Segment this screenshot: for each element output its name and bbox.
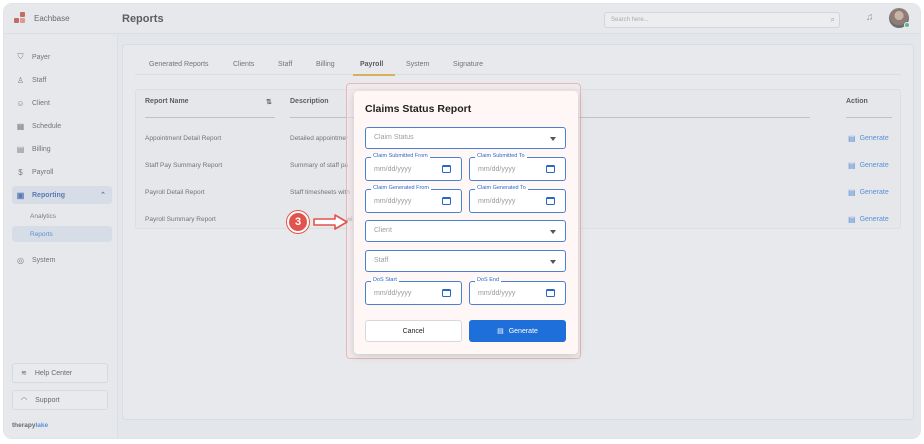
caret-down-icon (550, 260, 556, 264)
client-select[interactable]: Client (365, 220, 566, 242)
dos-end-field[interactable]: DoS End mm/dd/yyyy (469, 277, 566, 305)
claim-submitted-to-field[interactable]: Claim Submitted To mm/dd/yyyy (469, 153, 566, 181)
dos-start-field[interactable]: DoS Start mm/dd/yyyy (365, 277, 462, 305)
report-icon: ▤ (497, 328, 504, 335)
calendar-icon[interactable] (442, 197, 451, 205)
claim-generated-to-field[interactable]: Claim Generated To mm/dd/yyyy (469, 185, 566, 213)
cancel-button[interactable]: Cancel (365, 320, 462, 342)
generate-button[interactable]: ▤ Generate (469, 320, 566, 342)
step-number-badge: 3 (287, 211, 309, 233)
claims-status-report-dialog: Claims Status Report Claim Status Claim … (354, 91, 578, 354)
calendar-icon[interactable] (442, 165, 451, 173)
claim-status-select[interactable]: Claim Status (365, 127, 566, 149)
dialog-title: Claims Status Report (365, 103, 472, 115)
staff-select[interactable]: Staff (365, 250, 566, 272)
app-window: Eachbase Reports Search here... ⌕ ♫ ⛉ Pa… (4, 4, 920, 438)
step-arrow-icon (313, 214, 348, 230)
calendar-icon[interactable] (546, 197, 555, 205)
claim-generated-from-field[interactable]: Claim Generated From mm/dd/yyyy (365, 185, 462, 213)
calendar-icon[interactable] (546, 165, 555, 173)
calendar-icon[interactable] (442, 289, 451, 297)
calendar-icon[interactable] (546, 289, 555, 297)
claim-submitted-from-field[interactable]: Claim Submitted From mm/dd/yyyy (365, 153, 462, 181)
caret-down-icon (550, 137, 556, 141)
caret-down-icon (550, 230, 556, 234)
